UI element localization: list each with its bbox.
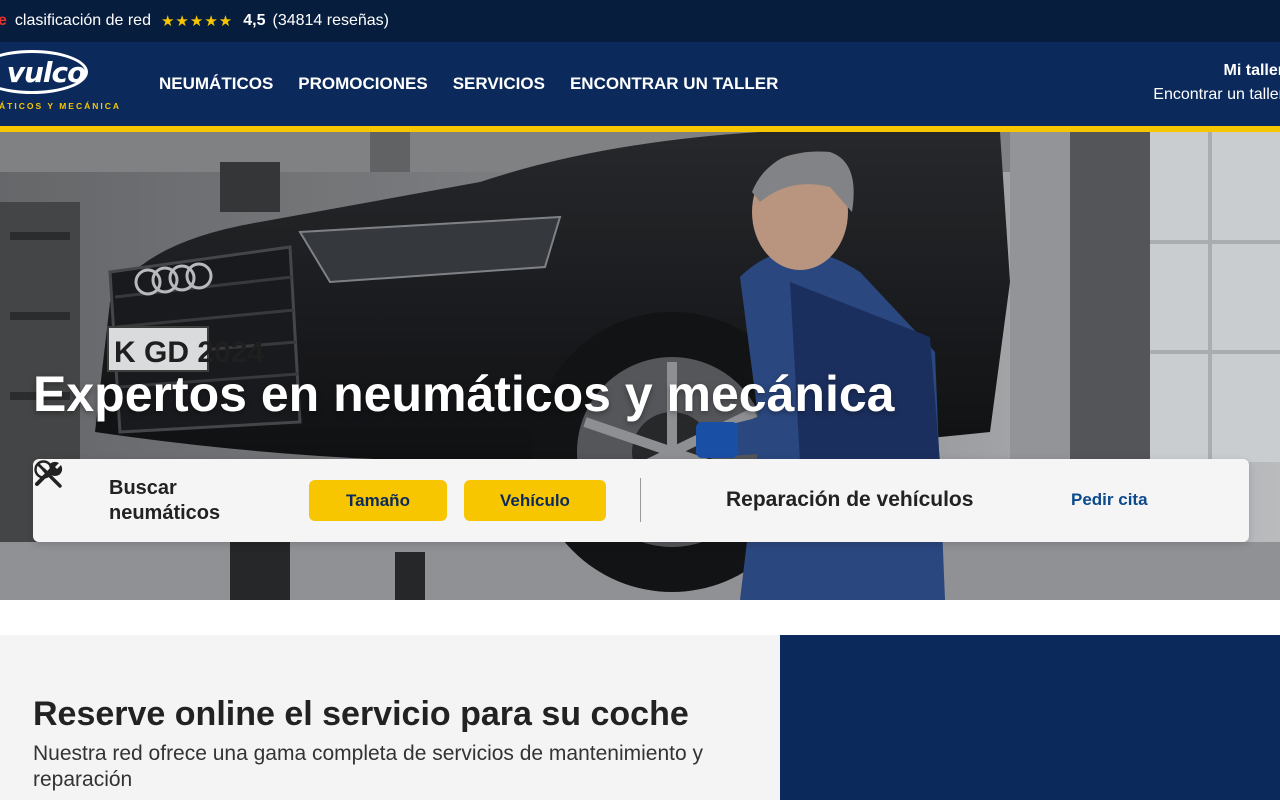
search-by-vehicle-button[interactable]: Vehículo <box>464 480 606 521</box>
nav-neumaticos[interactable]: NEUMÁTICOS <box>159 74 273 94</box>
rating-score: 4,5 <box>243 12 266 29</box>
logo-text: vulco <box>6 55 87 89</box>
booking-description: Nuestra red ofrece una gama completa de … <box>33 742 704 791</box>
main-nav: NEUMÁTICOS PROMOCIONES SERVICIOS ENCONTR… <box>159 42 803 126</box>
rating-bar: e clasificación de red ★★★★★ 4,5 (34814 … <box>0 0 1280 42</box>
booking-section: Reserve online el servicio para su coche… <box>0 635 780 800</box>
nav-encontrar-taller[interactable]: ENCONTRAR UN TALLER <box>570 74 778 94</box>
book-appointment-link[interactable]: Pedir cita <box>1071 490 1148 510</box>
hero-banner: K GD 2024 Expertos en neumáticos y mecán… <box>0 132 1280 600</box>
logo-tagline: NEUMÁTICOS Y MECÁNICA <box>0 101 122 111</box>
search-tires-label: Buscar neumáticos <box>109 477 221 524</box>
rating-label: clasificación de red <box>14 12 151 29</box>
my-workshop-subtitle: Encontrar un taller <box>1153 86 1280 103</box>
hero-title: Expertos en neumáticos y mecánica <box>33 366 895 422</box>
nav-promociones[interactable]: PROMOCIONES <box>298 74 427 94</box>
vulco-logo[interactable]: vulco <box>0 50 88 94</box>
wrench-screwdriver-icon <box>35 461 63 488</box>
search-divider <box>640 478 641 522</box>
rating-provider-logo-fragment: e <box>0 12 7 29</box>
my-workshop-title: Mi taller <box>1223 62 1280 79</box>
rating-stars-icon: ★★★★★ <box>160 13 234 30</box>
search-by-size-button[interactable]: Tamaño <box>309 480 447 521</box>
booking-title: Reserve online el servicio para su coche <box>33 695 689 733</box>
tire-search-panel: Buscar neumáticos Tamaño Vehículo Repara… <box>33 459 1249 542</box>
rating-review-count[interactable]: (34814 reseñas) <box>272 12 389 30</box>
my-workshop[interactable]: Mi taller Encontrar un taller <box>1153 62 1280 104</box>
vehicle-repair-label: Reparación de vehículos <box>726 488 974 511</box>
booking-side-panel <box>780 635 1280 800</box>
site-header: vulco NEUMÁTICOS Y MECÁNICA NEUMÁTICOS P… <box>0 42 1280 126</box>
nav-servicios[interactable]: SERVICIOS <box>453 74 545 94</box>
